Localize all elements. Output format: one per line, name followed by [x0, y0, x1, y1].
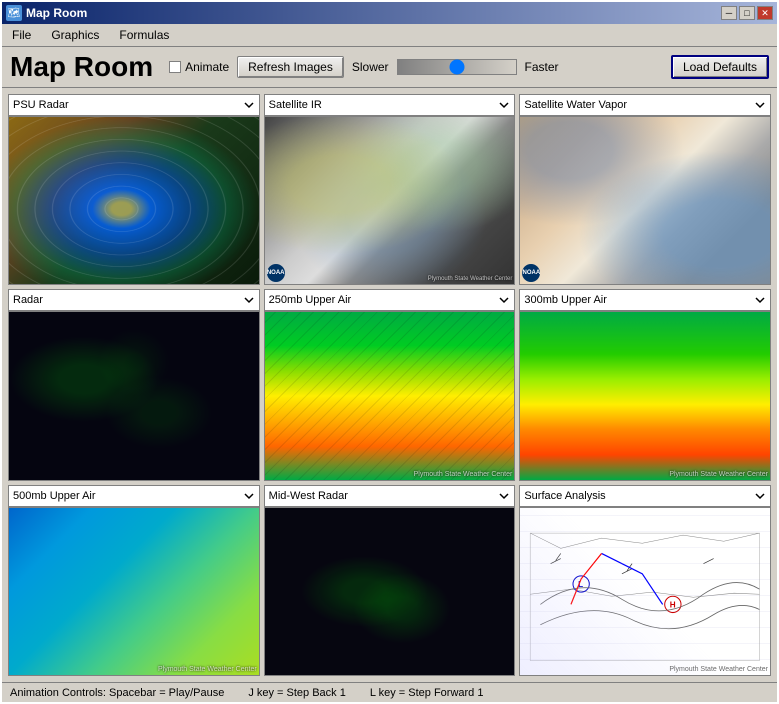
image-500mb[interactable]: Plymouth State Weather Center [8, 507, 260, 676]
menubar: File Graphics Formulas [2, 24, 777, 47]
minimize-button[interactable]: ─ [721, 6, 737, 20]
menu-graphics[interactable]: Graphics [45, 26, 105, 44]
panel-500mb: 500mb Upper Air 250mb Upper Air Plymouth… [8, 485, 260, 676]
image-surface-analysis[interactable]: L H [519, 507, 771, 676]
select-water-vapor[interactable]: Satellite Water Vapor Satellite IR [519, 94, 771, 116]
animate-control: Animate [169, 60, 229, 74]
svg-text:H: H [670, 600, 676, 609]
maximize-button[interactable]: □ [739, 6, 755, 20]
satellite-ir-visual: NOAA Plymouth State Weather Center [265, 117, 515, 284]
title-buttons: ─ □ ✕ [721, 6, 773, 20]
grid-row-3: 500mb Upper Air 250mb Upper Air Plymouth… [8, 485, 771, 676]
main-window: 🗺 Map Room ─ □ ✕ File Graphics Formulas … [0, 0, 779, 704]
j-key-text: J key = Step Back 1 [248, 687, 346, 699]
radar-visual [9, 117, 259, 284]
noaa-badge-2: NOAA [522, 264, 540, 282]
refresh-images-button[interactable]: Refresh Images [237, 56, 344, 78]
title-bar-left: 🗺 Map Room [6, 5, 87, 21]
panel-radar: Radar PSU Radar [8, 289, 260, 480]
select-500mb[interactable]: 500mb Upper Air 250mb Upper Air [8, 485, 260, 507]
panel-satellite-ir: Satellite IR PSU Radar NOAA Plymouth Sta… [264, 94, 516, 285]
image-midwest-radar[interactable] [264, 507, 516, 676]
svg-text:L: L [578, 580, 583, 589]
image-300mb[interactable]: Plymouth State Weather Center [519, 311, 771, 480]
title-bar: 🗺 Map Room ─ □ ✕ [2, 2, 777, 24]
surface-svg: L H [520, 508, 770, 675]
panel-psu-radar: PSU Radar Satellite IR Satellite Water V… [8, 94, 260, 285]
animate-checkbox[interactable] [169, 61, 181, 73]
panel-midwest-radar: Mid-West Radar Radar [264, 485, 516, 676]
noaa-badge: NOAA [267, 264, 285, 282]
image-psu-radar[interactable] [8, 116, 260, 285]
select-300mb[interactable]: 300mb Upper Air 250mb Upper Air [519, 289, 771, 311]
select-midwest-radar[interactable]: Mid-West Radar Radar [264, 485, 516, 507]
window-icon: 🗺 [6, 5, 22, 21]
content-area: PSU Radar Satellite IR Satellite Water V… [2, 88, 777, 682]
select-radar[interactable]: Radar PSU Radar [8, 289, 260, 311]
image-radar[interactable] [8, 311, 260, 480]
panel-250mb: 250mb Upper Air 300mb Upper Air Plymouth… [264, 289, 516, 480]
status-bar: Animation Controls: Spacebar = Play/Paus… [2, 682, 777, 702]
window-title: Map Room [26, 6, 87, 20]
250mb-visual: Plymouth State Weather Center [265, 312, 515, 479]
midwest-radar-visual [265, 508, 515, 675]
panel-surface-analysis: Surface Analysis Radar L [519, 485, 771, 676]
panel-300mb: 300mb Upper Air 250mb Upper Air Plymouth… [519, 289, 771, 480]
500mb-visual: Plymouth State Weather Center [9, 508, 259, 675]
image-250mb[interactable]: Plymouth State Weather Center [264, 311, 516, 480]
300mb-visual: Plymouth State Weather Center [520, 312, 770, 479]
radar-night-visual [9, 312, 259, 479]
slower-label: Slower [352, 60, 389, 74]
500mb-watermark: Plymouth State Weather Center [158, 666, 257, 673]
satellite-ir-watermark: Plymouth State Weather Center [428, 276, 513, 282]
image-water-vapor[interactable]: NOAA [519, 116, 771, 285]
select-surface-analysis[interactable]: Surface Analysis Radar [519, 485, 771, 507]
select-250mb[interactable]: 250mb Upper Air 300mb Upper Air [264, 289, 516, 311]
toolbar: Map Room Animate Refresh Images Slower F… [2, 47, 777, 88]
animation-controls-text: Animation Controls: Spacebar = Play/Paus… [10, 687, 224, 699]
image-satellite-ir[interactable]: NOAA Plymouth State Weather Center [264, 116, 516, 285]
menu-file[interactable]: File [6, 26, 37, 44]
speed-slider[interactable] [397, 59, 517, 75]
grid-row-1: PSU Radar Satellite IR Satellite Water V… [8, 94, 771, 285]
250mb-watermark: Plymouth State Weather Center [414, 471, 513, 478]
surface-analysis-visual: L H [520, 508, 770, 675]
surface-watermark: Plymouth State Weather Center [669, 666, 768, 673]
faster-label: Faster [525, 60, 559, 74]
grid-row-2: Radar PSU Radar 250mb Upper Air 300mb Up… [8, 289, 771, 480]
close-button[interactable]: ✕ [757, 6, 773, 20]
animate-label: Animate [185, 60, 229, 74]
select-psu-radar[interactable]: PSU Radar Satellite IR Satellite Water V… [8, 94, 260, 116]
select-satellite-ir[interactable]: Satellite IR PSU Radar [264, 94, 516, 116]
app-title: Map Room [10, 51, 153, 83]
menu-formulas[interactable]: Formulas [113, 26, 175, 44]
300mb-watermark: Plymouth State Weather Center [669, 471, 768, 478]
panel-water-vapor: Satellite Water Vapor Satellite IR NOAA [519, 94, 771, 285]
l-key-text: L key = Step Forward 1 [370, 687, 484, 699]
load-defaults-button[interactable]: Load Defaults [671, 55, 769, 79]
water-vapor-visual: NOAA [520, 117, 770, 284]
